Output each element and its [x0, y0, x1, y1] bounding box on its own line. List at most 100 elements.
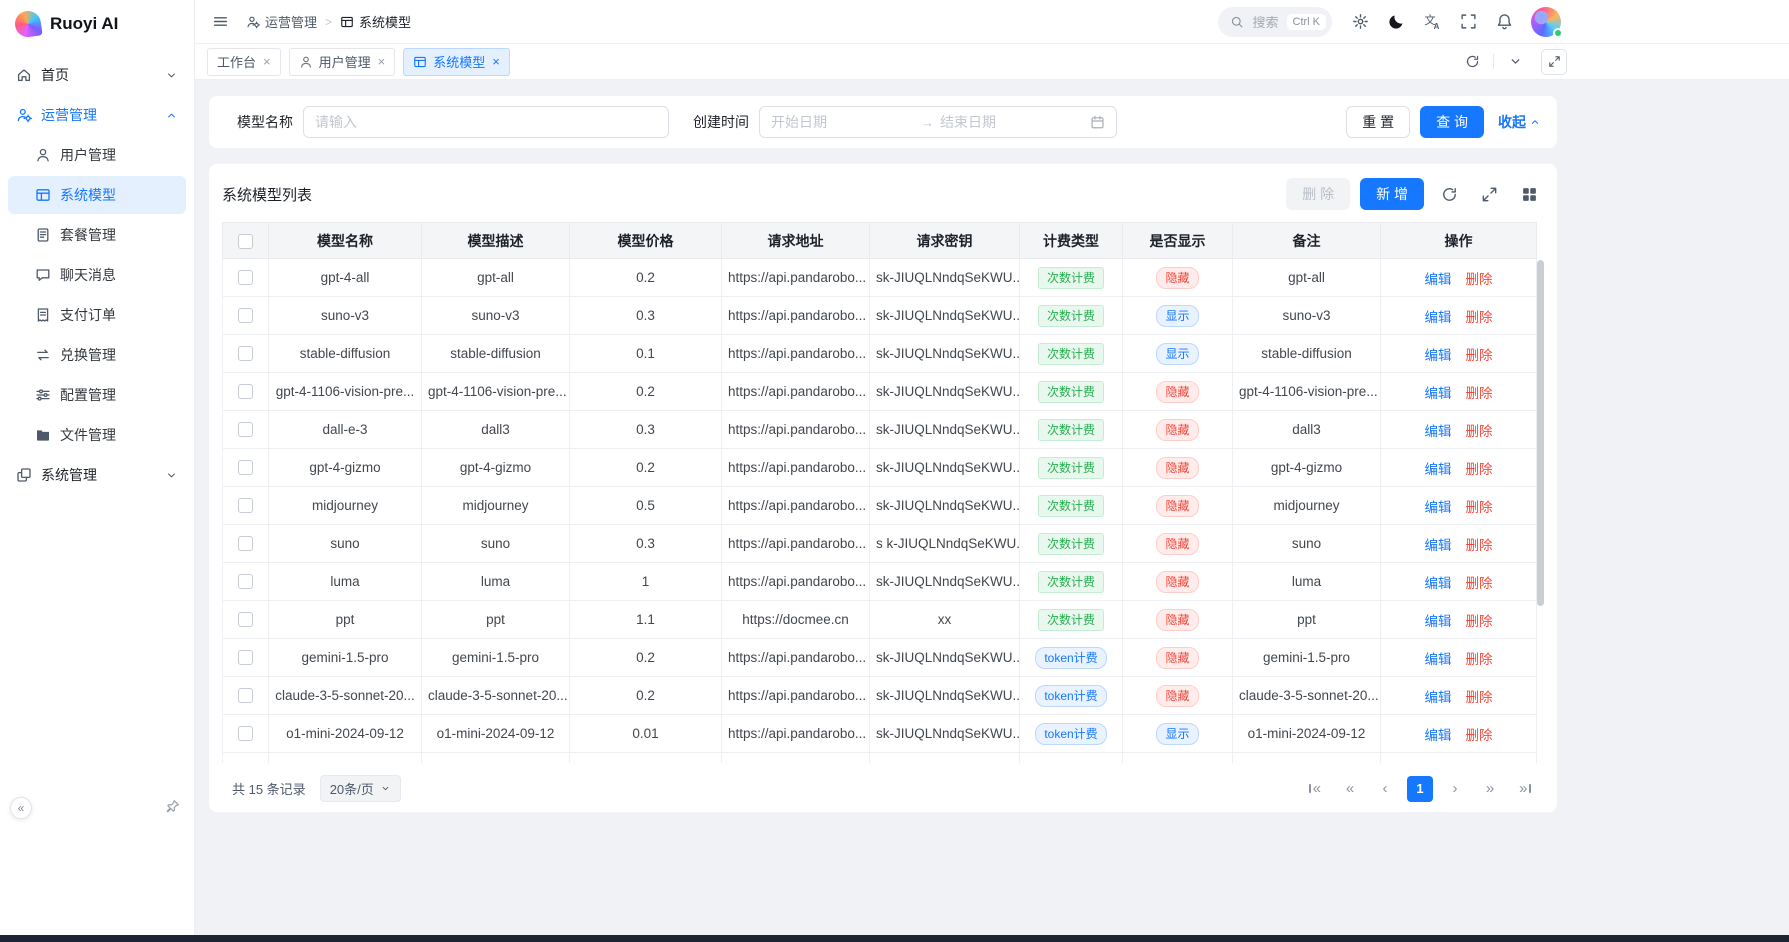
request-url-cell: https://api.pandarobo...: [722, 259, 870, 297]
edit-link[interactable]: 编辑: [1425, 348, 1452, 363]
sidebar-item-payment-orders[interactable]: 支付订单: [8, 296, 186, 334]
breadcrumb-item[interactable]: 系统模型: [340, 12, 411, 31]
batch-delete-button[interactable]: 删 除: [1286, 178, 1350, 210]
page-size-select[interactable]: 20条/页: [320, 775, 401, 802]
select-all-checkbox[interactable]: [238, 234, 253, 249]
row-checkbox[interactable]: [238, 270, 253, 285]
delete-link[interactable]: 删除: [1466, 690, 1493, 705]
table-vertical-scrollbar[interactable]: [1536, 222, 1544, 763]
row-checkbox[interactable]: [238, 688, 253, 703]
delete-link[interactable]: 删除: [1466, 614, 1493, 629]
edit-link[interactable]: 编辑: [1425, 652, 1452, 667]
edit-link[interactable]: 编辑: [1425, 538, 1452, 553]
delete-link[interactable]: 删除: [1466, 272, 1493, 287]
delete-link[interactable]: 删除: [1466, 538, 1493, 553]
sidebar-collapse-button[interactable]: «: [10, 797, 32, 819]
table-fullscreen-button[interactable]: [1474, 179, 1504, 209]
delete-link[interactable]: 删除: [1466, 424, 1493, 439]
delete-link[interactable]: 删除: [1466, 652, 1493, 667]
billing-type-cell: 次数计费: [1020, 525, 1123, 563]
pin-sidebar-icon[interactable]: [165, 799, 180, 814]
tab-workbench[interactable]: 工作台×: [207, 48, 281, 76]
request-url-cell: https://api.pandarobo...: [722, 335, 870, 373]
edit-link[interactable]: 编辑: [1425, 614, 1452, 629]
global-search[interactable]: 搜索 Ctrl K: [1218, 7, 1332, 37]
row-checkbox[interactable]: [238, 460, 253, 475]
current-page[interactable]: 1: [1407, 776, 1433, 802]
menu-toggle-button[interactable]: [205, 6, 236, 37]
sidebar-item-system-management[interactable]: 系统管理: [8, 456, 186, 494]
edit-link[interactable]: 编辑: [1425, 386, 1452, 401]
query-button[interactable]: 查 询: [1420, 106, 1484, 138]
sidebar-item-system-model[interactable]: 系统模型: [8, 176, 186, 214]
sidebar-item-user-management[interactable]: 用户管理: [8, 136, 186, 174]
edit-link[interactable]: 编辑: [1425, 462, 1452, 477]
edit-link[interactable]: 编辑: [1425, 728, 1452, 743]
delete-link[interactable]: 删除: [1466, 386, 1493, 401]
delete-link[interactable]: 删除: [1466, 500, 1493, 515]
tabs-menu-button[interactable]: [1501, 48, 1529, 76]
create-time-range-picker[interactable]: 开始日期 → 结束日期: [759, 106, 1117, 138]
row-checkbox[interactable]: [238, 384, 253, 399]
row-checkbox[interactable]: [238, 308, 253, 323]
next-page-button[interactable]: ›: [1442, 776, 1468, 802]
sidebar-item-chat-messages[interactable]: 聊天消息: [8, 256, 186, 294]
visibility-tag: 显示: [1156, 723, 1198, 745]
collapse-filter-link[interactable]: 收起: [1498, 112, 1541, 132]
row-checkbox[interactable]: [238, 498, 253, 513]
row-checkbox[interactable]: [238, 536, 253, 551]
edit-link[interactable]: 编辑: [1425, 690, 1452, 705]
row-checkbox[interactable]: [238, 574, 253, 589]
theme-toggle-button[interactable]: [1381, 6, 1412, 37]
settings-button[interactable]: [1345, 6, 1376, 37]
tab-system-model[interactable]: 系统模型×: [403, 48, 510, 76]
delete-link[interactable]: 删除: [1466, 576, 1493, 591]
row-checkbox[interactable]: [238, 726, 253, 741]
breadcrumb-item[interactable]: 运营管理: [246, 12, 317, 31]
row-checkbox[interactable]: [238, 346, 253, 361]
sidebar-item-exchange-management[interactable]: 兑换管理: [8, 336, 186, 374]
close-tab-icon[interactable]: ×: [378, 55, 386, 68]
first-page-button[interactable]: «: [1302, 776, 1328, 802]
edit-link[interactable]: 编辑: [1425, 576, 1452, 591]
app-logo[interactable]: Ruoyi AI: [0, 0, 194, 48]
edit-link[interactable]: 编辑: [1425, 272, 1452, 287]
edit-link[interactable]: 编辑: [1425, 310, 1452, 325]
close-tab-icon[interactable]: ×: [492, 55, 500, 68]
prev-group-button[interactable]: «: [1337, 776, 1363, 802]
prev-page-button[interactable]: ‹: [1372, 776, 1398, 802]
last-page-button[interactable]: »: [1512, 776, 1538, 802]
sidebar-item-config-management[interactable]: 配置管理: [8, 376, 186, 414]
table-refresh-button[interactable]: [1434, 179, 1464, 209]
add-button[interactable]: 新 增: [1360, 178, 1424, 210]
scrollbar-thumb[interactable]: [1537, 260, 1544, 606]
row-checkbox[interactable]: [238, 612, 253, 627]
fullscreen-button[interactable]: [1453, 6, 1484, 37]
delete-link[interactable]: 删除: [1466, 728, 1493, 743]
column-settings-button[interactable]: [1514, 179, 1544, 209]
refresh-page-button[interactable]: [1458, 48, 1486, 76]
language-button[interactable]: 文A: [1417, 6, 1448, 37]
close-tab-icon[interactable]: ×: [263, 55, 271, 68]
tab-user-management[interactable]: 用户管理×: [289, 48, 396, 76]
delete-link[interactable]: 删除: [1466, 310, 1493, 325]
sidebar-item-file-management[interactable]: 文件管理: [8, 416, 186, 454]
sidebar-item-operations[interactable]: 运营管理: [8, 96, 186, 134]
row-checkbox[interactable]: [238, 650, 253, 665]
edit-link[interactable]: 编辑: [1425, 424, 1452, 439]
row-checkbox[interactable]: [238, 422, 253, 437]
edit-link[interactable]: 编辑: [1425, 500, 1452, 515]
model-price-cell: 0.2: [570, 259, 722, 297]
model-name-input[interactable]: [303, 106, 669, 138]
app-root: Ruoyi AI 首页运营管理用户管理系统模型套餐管理聊天消息支付订单兑换管理配…: [0, 0, 1789, 935]
reset-button[interactable]: 重 置: [1346, 106, 1410, 138]
partial-cell: [422, 753, 570, 764]
user-avatar[interactable]: [1531, 7, 1561, 37]
sidebar-item-home[interactable]: 首页: [8, 56, 186, 94]
sidebar-item-package-management[interactable]: 套餐管理: [8, 216, 186, 254]
delete-link[interactable]: 删除: [1466, 348, 1493, 363]
delete-link[interactable]: 删除: [1466, 462, 1493, 477]
next-group-button[interactable]: »: [1477, 776, 1503, 802]
content-fullscreen-button[interactable]: [1541, 49, 1567, 75]
notifications-button[interactable]: [1489, 6, 1520, 37]
